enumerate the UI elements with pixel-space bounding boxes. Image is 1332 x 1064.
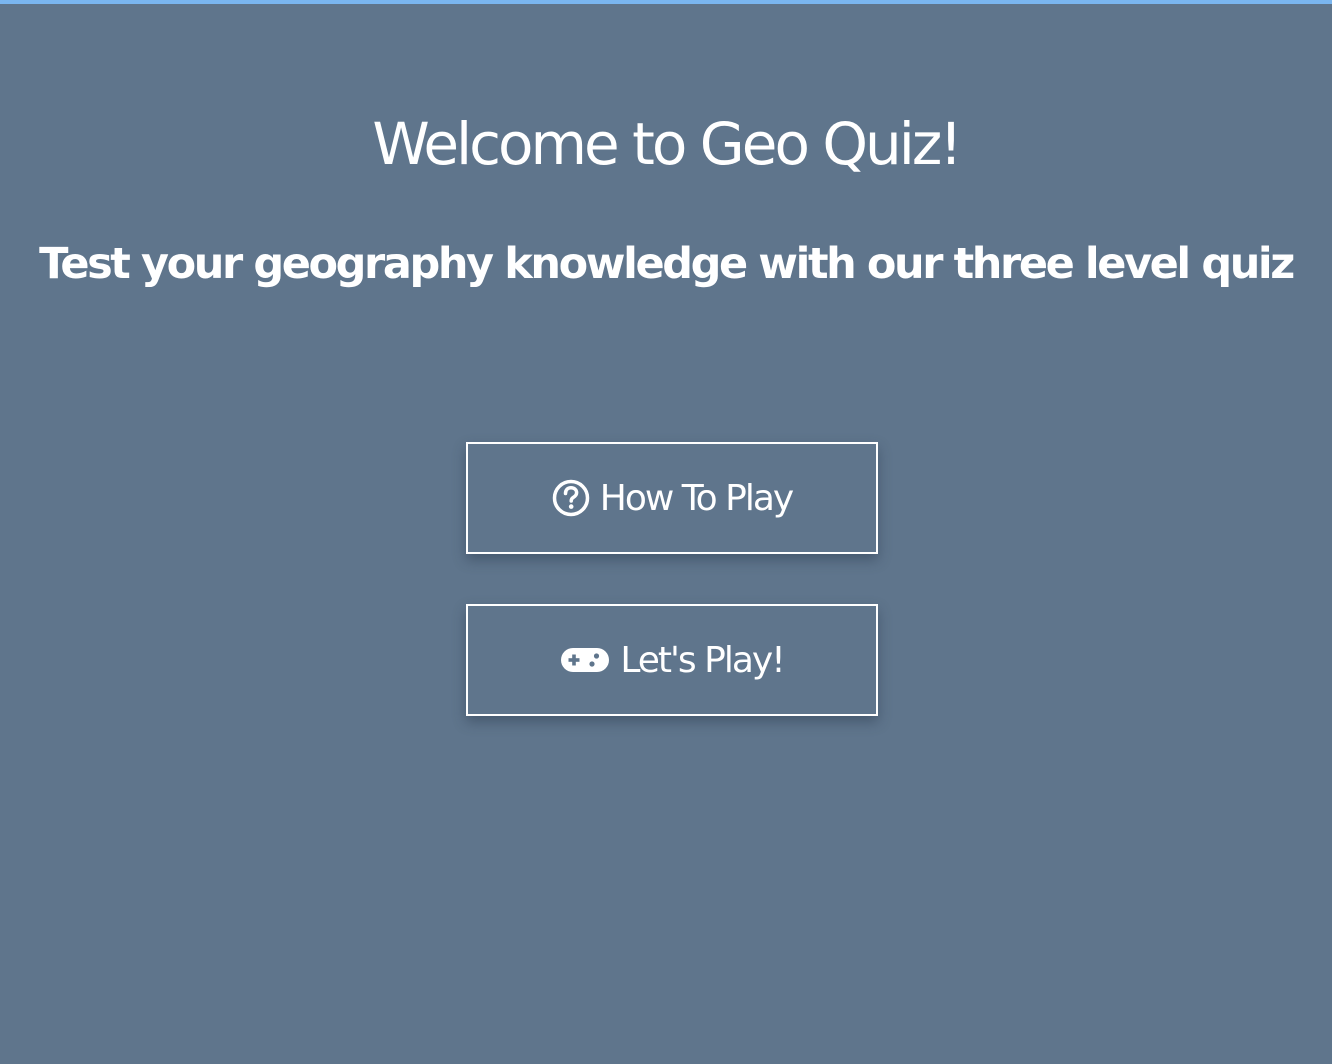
gamepad-icon <box>560 646 610 674</box>
lets-play-label: Let's Play! <box>620 639 785 681</box>
page-subtitle: Test your geography knowledge with our t… <box>39 239 1295 289</box>
page-title: Welcome to Geo Quiz! <box>372 110 962 178</box>
lets-play-button[interactable]: Let's Play! <box>466 604 878 716</box>
how-to-play-label: How To Play <box>599 477 794 519</box>
how-to-play-button[interactable]: How To Play <box>466 442 878 554</box>
top-accent-strip <box>0 0 1332 4</box>
question-circle-icon <box>552 479 590 517</box>
